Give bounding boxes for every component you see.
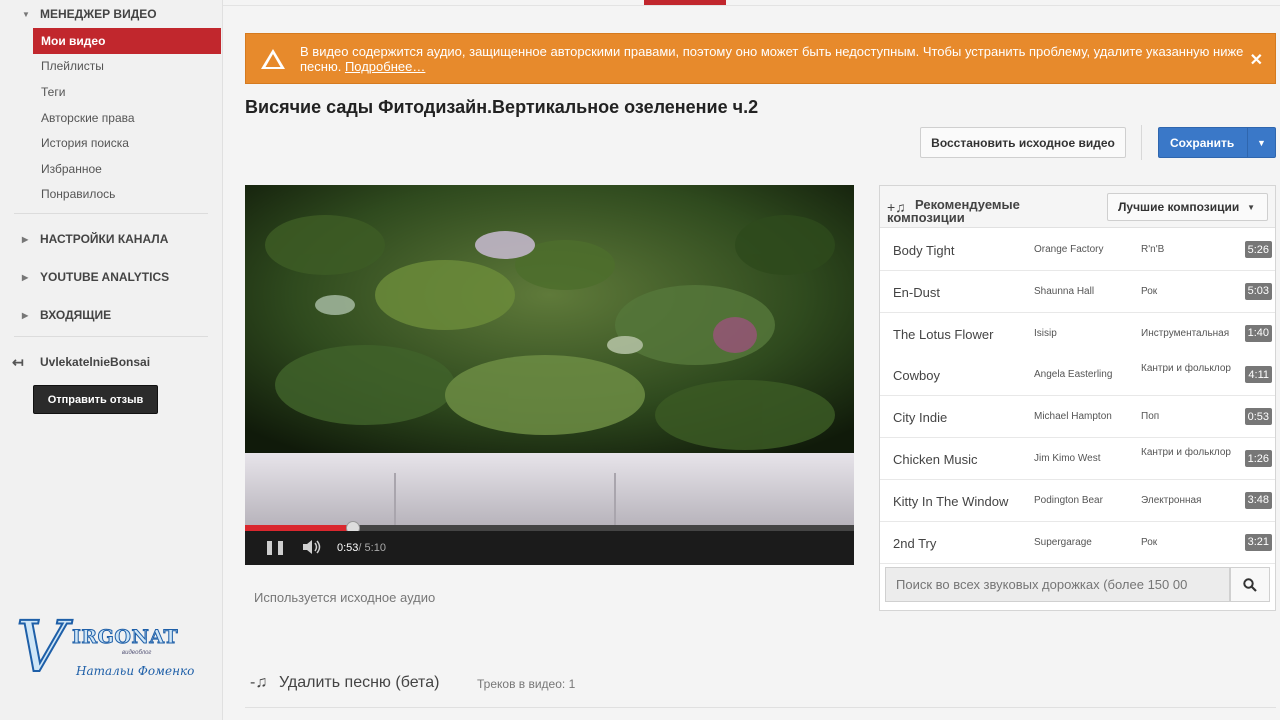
sidebar-divider [14, 336, 208, 338]
track-artist: Isisip [1034, 327, 1057, 339]
track-name: Body Tight [893, 243, 955, 258]
track-name: 2nd Try [893, 535, 937, 551]
track-genre: Электронная [1141, 494, 1202, 506]
track-name: The Lotus Flower [893, 326, 994, 342]
sidebar: ▼ МЕНЕДЖЕР ВИДЕО Мои видео Плейлисты Тег… [0, 0, 222, 720]
feedback-button[interactable]: Отправить отзыв [33, 385, 158, 414]
pause-icon[interactable] [267, 541, 283, 555]
section-video-manager[interactable]: ▼ МЕНЕДЖЕР ВИДЕО [0, 0, 222, 28]
track-duration: 5:26 [1244, 241, 1272, 258]
section-divider [245, 707, 1276, 708]
current-time: 0:53 [337, 542, 359, 554]
sidebar-item-liked[interactable]: Понравилось [0, 182, 222, 208]
track-row[interactable]: Cowboy Angela Easterling Кантри и фольклор… [880, 354, 1275, 397]
section-channel-settings[interactable]: ▶ НАСТРОЙКИ КАНАЛА [0, 220, 222, 258]
virgonat-logo: V IRGONAT видеоблог Натальи Фоменко [15, 606, 195, 688]
video-frame[interactable] [245, 185, 854, 525]
button-divider [1141, 125, 1142, 160]
track-genre: Рок [1141, 536, 1158, 548]
track-duration: 0:53 [1244, 408, 1272, 426]
track-genre: Поп [1141, 411, 1160, 423]
track-duration: 3:48 [1244, 491, 1272, 509]
remove-song-title[interactable]: Удалить песню (бета) [279, 674, 439, 692]
video-thumbnail [245, 185, 854, 525]
copyright-alert: В видео содержится аудио, защищенное авт… [245, 33, 1276, 84]
sidebar-item-tags[interactable]: Теги [0, 79, 222, 105]
remove-song-section: -♫ Удалить песню (бета) Треков в видео: … [245, 660, 1276, 710]
track-row[interactable]: City Indie Michael Hampton Поп 0:53 [880, 396, 1275, 439]
chevron-down-icon[interactable]: ▼ [1247, 128, 1275, 157]
sidebar-item-favorites[interactable]: Избранное [0, 156, 222, 182]
sidebar-item-my-videos[interactable]: Мои видео [33, 28, 221, 54]
warning-icon [246, 48, 300, 70]
track-genre: Инструментальная [1141, 327, 1230, 339]
triangle-right-icon: ▶ [22, 272, 29, 282]
alert-message: В видео содержится аудио, защищенное авт… [300, 43, 1244, 74]
track-duration: 4:11 [1245, 366, 1272, 384]
top-divider [223, 5, 1280, 6]
save-button[interactable]: Сохранить ▼ [1158, 127, 1276, 158]
triangle-down-icon: ▼ [22, 9, 30, 19]
track-artist: Angela Easterling [1034, 369, 1113, 381]
track-name: Kitty In The Window [893, 493, 1009, 509]
track-row[interactable]: Chicken Music Jim Kimo West Кантри и фольк… [880, 438, 1275, 480]
alert-more-link[interactable]: Подробнее… [345, 59, 425, 74]
track-search [885, 567, 1270, 602]
track-row[interactable]: En-Dust Shaunna Hall Рок 5:03 [880, 270, 1275, 313]
track-name: En-Dust [893, 284, 940, 300]
track-row[interactable]: Kitty In The Window Podington Bear Электро… [880, 479, 1275, 522]
track-search-input[interactable] [885, 567, 1230, 602]
track-artist: Jim Kimo West [1034, 453, 1101, 464]
channel-link[interactable]: ↤ UvlekatelnieBonsai [0, 343, 222, 381]
search-button[interactable] [1230, 567, 1270, 602]
chevron-down-icon: ▼ [1247, 203, 1255, 212]
track-count: Треков в видео: 1 [477, 677, 576, 691]
sidebar-item-playlists[interactable]: Плейлисты [0, 54, 222, 80]
track-genre: Кантри и фольклор [1141, 363, 1231, 375]
panel-title: Рекомендуемые композиции [887, 197, 1020, 225]
triangle-right-icon: ▶ [22, 234, 29, 244]
track-artist: Shaunna Hall [1034, 285, 1095, 297]
track-genre: Рок [1141, 285, 1158, 297]
duration: / 5:10 [358, 542, 386, 554]
main-content: В видео содержится аудио, защищенное авт… [222, 0, 1280, 720]
back-arrow-icon: ↤ [12, 353, 24, 370]
sort-dropdown[interactable]: Лучшие композиции ▼ [1107, 193, 1268, 221]
video-player[interactable]: 0:53 / 5:10 [245, 185, 854, 565]
music-note-icon: -♫ [250, 674, 268, 691]
track-artist: Supergarage [1034, 536, 1092, 548]
track-artist: Orange Factory [1034, 244, 1104, 255]
sidebar-item-search-history[interactable]: История поиска [0, 130, 222, 156]
track-artist: Podington Bear [1034, 494, 1103, 506]
sidebar-divider [14, 213, 208, 215]
audio-status: Используется исходное аудио [254, 590, 436, 605]
sidebar-item-copyright[interactable]: Авторские права [0, 105, 222, 131]
close-icon[interactable]: ✕ [1250, 50, 1263, 70]
track-artist: Michael Hampton [1034, 411, 1112, 423]
track-name: City Indie [893, 410, 948, 426]
section-inbox[interactable]: ▶ ВХОДЯЩИЕ [0, 296, 222, 334]
track-name: Chicken Music [893, 452, 978, 467]
recommended-tracks-panel: +♫ Рекомендуемые композиции Лучшие компо… [879, 185, 1276, 611]
track-duration: 1:40 [1244, 324, 1272, 342]
track-row[interactable]: The Lotus Flower Isisip Инструментальная 1:… [880, 312, 1275, 355]
player-controls: 0:53 / 5:10 [245, 531, 854, 565]
track-duration: 1:26 [1244, 450, 1272, 467]
track-genre: Кантри и фольклор [1141, 447, 1231, 458]
track-row[interactable]: Body Tight Orange Factory R'n'B 5:26 [880, 229, 1275, 271]
search-icon [1243, 577, 1257, 592]
track-genre: R'n'B [1141, 244, 1165, 255]
section-analytics[interactable]: ▶ YOUTUBE ANALYTICS [0, 258, 222, 296]
triangle-right-icon: ▶ [22, 310, 29, 320]
track-duration: 3:21 [1244, 533, 1272, 551]
track-row[interactable]: 2nd Try Supergarage Рок 3:21 [880, 521, 1275, 564]
track-duration: 5:03 [1244, 282, 1272, 300]
track-name: Cowboy [893, 368, 940, 384]
page-title: Висячие сады Фитодизайн.Вертикальное озе… [245, 97, 759, 117]
panel-header: +♫ Рекомендуемые композиции Лучшие компо… [880, 186, 1275, 228]
volume-icon[interactable] [303, 539, 325, 557]
restore-original-button[interactable]: Восстановить исходное видео [920, 127, 1126, 158]
